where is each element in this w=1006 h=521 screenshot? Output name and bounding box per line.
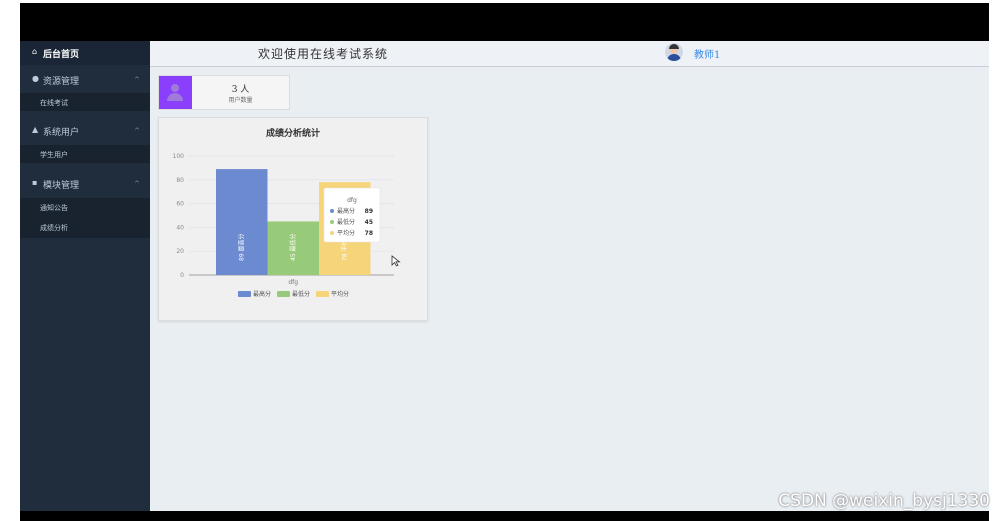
user-icon: ▲ — [32, 125, 39, 134]
bar-data-label: 45 最低分 — [289, 233, 297, 261]
x-tick-label: dfg — [288, 279, 298, 286]
tooltip-series-name: 最低分 — [337, 218, 355, 226]
legend-label[interactable]: 最高分 — [253, 290, 271, 298]
user-icon — [159, 76, 192, 109]
y-tick-label: 60 — [176, 201, 184, 208]
grid-icon: ▪ — [32, 178, 38, 187]
tooltip-series-name: 最高分 — [337, 207, 355, 215]
sidebar: ⌂ 后台首页 ● 资源管理 ^ 在线考试 ▲ 系统用户 ^ 学生用户 ▪ 模块管… — [20, 41, 150, 511]
sidebar-group-users[interactable]: ▲ 系统用户 ^ — [20, 123, 150, 141]
sidebar-submenu-modules: 通知公告 成绩分析 — [20, 198, 150, 238]
tooltip-series-name: 平均分 — [337, 229, 355, 237]
user-count-card[interactable]: 3 人 用户数量 — [158, 75, 290, 110]
chevron-up-icon[interactable]: ^ — [134, 76, 140, 84]
legend-swatch[interactable] — [277, 291, 290, 297]
tooltip-marker — [330, 220, 334, 224]
sidebar-item-label: 在线考试 — [40, 99, 68, 107]
sidebar-group-resource[interactable]: ● 资源管理 ^ — [20, 72, 150, 90]
tooltip-value: 78 — [365, 230, 373, 237]
chevron-up-icon[interactable]: ^ — [134, 127, 140, 135]
chart-legend: 最高分 最低分 平均分 — [238, 290, 349, 298]
top-black-bar — [20, 3, 989, 41]
y-tick-label: 20 — [176, 248, 184, 255]
top-header: 欢迎使用在线考试系统 教师1 — [150, 41, 989, 67]
sidebar-item-students[interactable]: 学生用户 — [20, 145, 150, 163]
score-chart[interactable]: 成绩分析统计 020406080100 89 最高分 45 最低分 78 平均分df… — [159, 118, 427, 320]
tooltip-marker — [330, 209, 334, 213]
home-icon: ⌂ — [32, 47, 38, 56]
sidebar-group-label: 资源管理 — [43, 77, 80, 87]
tooltip-value: 45 — [365, 219, 373, 226]
page-title: 欢迎使用在线考试系统 — [258, 47, 389, 61]
sidebar-group-label: 系统用户 — [43, 128, 80, 138]
tooltip-value: 89 — [365, 208, 373, 215]
user-count: 3 人 — [231, 85, 250, 95]
user-count-label: 用户数量 — [228, 97, 253, 104]
location-icon: ● — [32, 74, 39, 83]
legend-label[interactable]: 平均分 — [331, 290, 349, 298]
y-tick-label: 0 — [180, 272, 184, 279]
sidebar-group-label: 模块管理 — [43, 181, 80, 191]
chart-panel: 成绩分析统计 0 20 40 60 80 100 89 最高分 45 最低分 78 平均分 df… — [158, 117, 428, 321]
bar-data-label: 89 最高分 — [237, 233, 245, 261]
chart-tooltip: dfg 最高分 89 最低分 45 平均分 78 — [323, 187, 381, 243]
watermark: CSDN @weixin_bysj1330 — [778, 491, 990, 511]
y-tick-label: 80 — [176, 177, 184, 184]
sidebar-item-label: 学生用户 — [40, 151, 68, 159]
sidebar-item-home[interactable]: ⌂ 后台首页 — [20, 41, 150, 65]
legend-label[interactable]: 最低分 — [292, 290, 310, 298]
legend-swatch[interactable] — [316, 291, 329, 297]
sidebar-item-online-exam[interactable]: 在线考试 — [20, 93, 150, 111]
y-tick-label: 100 — [173, 153, 185, 160]
tooltip-title: dfg — [347, 197, 357, 204]
sidebar-group-modules[interactable]: ▪ 模块管理 ^ — [20, 176, 150, 194]
legend-swatch[interactable] — [238, 291, 251, 297]
username[interactable]: 教师1 — [694, 46, 720, 61]
chevron-up-icon[interactable]: ^ — [134, 180, 140, 188]
y-tick-label: 40 — [176, 224, 184, 231]
avatar[interactable] — [665, 43, 683, 61]
bottom-black-bar — [20, 511, 989, 521]
sidebar-item-label: 后台首页 — [43, 50, 80, 60]
sidebar-item-notices[interactable]: 通知公告 — [40, 203, 68, 213]
tooltip-marker — [330, 231, 334, 235]
chart-title: 成绩分析统计 — [266, 127, 320, 139]
sidebar-item-score-analysis[interactable]: 成绩分析 — [40, 223, 68, 233]
mouse-cursor-icon — [391, 255, 401, 267]
